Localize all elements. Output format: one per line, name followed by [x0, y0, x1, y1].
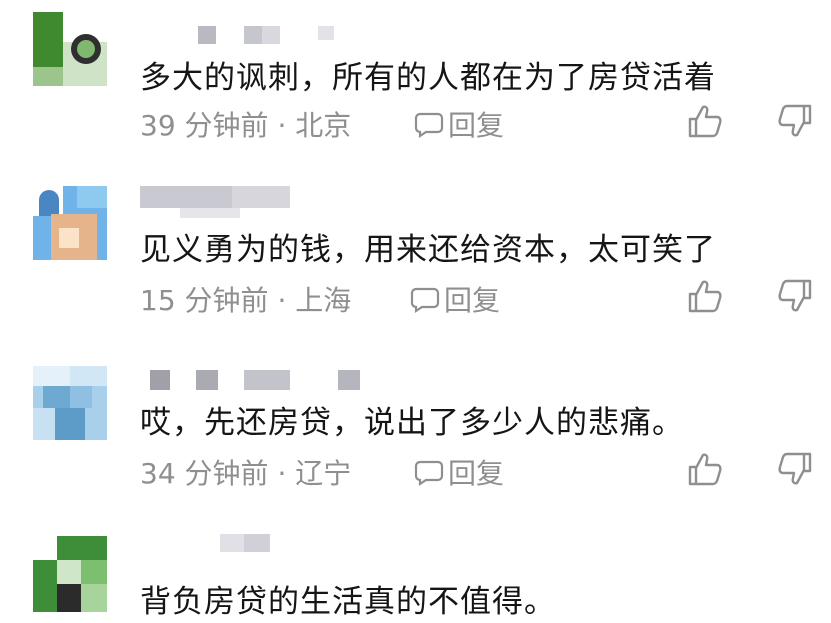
comment-time: 39 分钟前 [140, 109, 269, 142]
meta-separator: · [277, 284, 287, 317]
reply-button[interactable]: 回复 [410, 279, 500, 319]
thumbs-up-icon[interactable] [686, 450, 724, 488]
avatar[interactable] [33, 536, 107, 612]
reply-label: 回复 [448, 109, 505, 142]
comment-location: 北京 [295, 109, 352, 142]
comment-text: 多大的讽刺，所有的人都在为了房贷活着 [140, 60, 716, 96]
reply-label: 回复 [444, 284, 501, 317]
reply-button[interactable]: 回复 [414, 104, 504, 144]
avatar[interactable] [33, 186, 107, 260]
comment-bubble-icon [414, 112, 444, 139]
username-redacted [140, 26, 380, 52]
thumbs-up-icon[interactable] [686, 277, 724, 315]
username-redacted [140, 186, 380, 218]
comment-location: 辽宁 [295, 457, 352, 490]
comment-text: 见义勇为的钱，用来还给资本，太可笑了 [140, 232, 716, 268]
comment-meta: 34 分钟前 · 辽宁 [140, 452, 351, 492]
meta-separator: · [277, 109, 287, 142]
thumbs-down-icon[interactable] [776, 277, 814, 315]
comment-location: 上海 [295, 284, 352, 317]
comment-bubble-icon [414, 460, 444, 487]
reply-label: 回复 [448, 457, 505, 490]
comment-meta: 39 分钟前 · 北京 [140, 104, 351, 144]
reply-button[interactable]: 回复 [414, 452, 504, 492]
comment-time: 15 分钟前 [140, 284, 269, 317]
meta-separator: · [277, 457, 287, 490]
avatar[interactable] [33, 366, 107, 440]
comment-text: 背负房贷的生活真的不值得。 [140, 584, 556, 620]
avatar[interactable] [33, 12, 107, 86]
comment-meta: 15 分钟前 · 上海 [140, 279, 351, 319]
thumbs-down-icon[interactable] [776, 102, 814, 140]
comment-list: 多大的讽刺，所有的人都在为了房贷活着 39 分钟前 · 北京 回复 见义勇为的钱… [0, 0, 831, 623]
username-redacted [140, 534, 380, 560]
thumbs-up-icon[interactable] [686, 102, 724, 140]
comment-text: 哎，先还房贷，说出了多少人的悲痛。 [140, 405, 684, 441]
comment-time: 34 分钟前 [140, 457, 269, 490]
thumbs-down-icon[interactable] [776, 450, 814, 488]
comment-bubble-icon [410, 287, 440, 314]
username-redacted [140, 370, 380, 396]
